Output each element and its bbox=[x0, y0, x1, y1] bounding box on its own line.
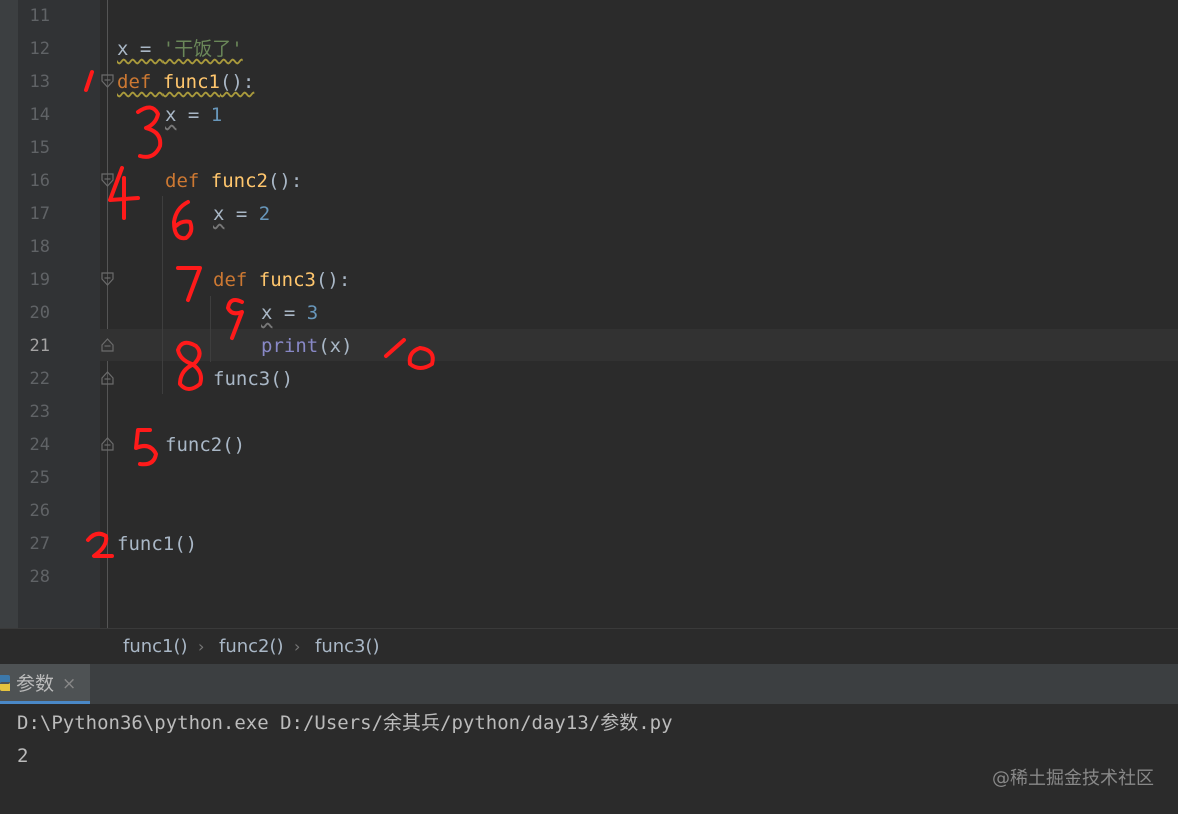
code-token-num: 1 bbox=[210, 104, 223, 126]
code-token-plain: (x) bbox=[318, 335, 353, 357]
code-token-num: 2 bbox=[258, 203, 271, 225]
code-token-str: '干饭了' bbox=[162, 38, 243, 60]
run-console[interactable]: D:\Python36\python.exe D:/Users/余其兵/pyth… bbox=[0, 704, 1178, 814]
code-line[interactable]: 21 print(x) bbox=[0, 330, 1178, 363]
code-text: func2() bbox=[165, 429, 245, 462]
code-line[interactable]: 18 bbox=[0, 231, 1178, 264]
code-token-kw: def bbox=[165, 170, 211, 192]
code-text: print(x) bbox=[261, 330, 353, 363]
chevron-right-icon: › bbox=[198, 637, 205, 656]
code-text: def func2(): bbox=[165, 165, 302, 198]
code-text: def func1(): bbox=[117, 66, 254, 99]
line-number: 15 bbox=[29, 138, 50, 158]
line-number: 24 bbox=[29, 435, 50, 455]
console-command-line: D:\Python36\python.exe D:/Users/余其兵/pyth… bbox=[17, 712, 673, 734]
code-text: func3() bbox=[213, 363, 293, 396]
fold-end-icon[interactable] bbox=[101, 338, 114, 352]
code-line[interactable]: 19 def func3(): bbox=[0, 264, 1178, 297]
code-token-plain: x bbox=[213, 203, 225, 225]
code-text: x = 3 bbox=[261, 297, 318, 330]
code-token-plain: (): bbox=[315, 269, 351, 291]
line-number: 19 bbox=[29, 270, 50, 290]
code-token-plain: = bbox=[272, 302, 307, 324]
console-output-line: 2 bbox=[17, 745, 29, 767]
watermark: @稀土掘金技术社区 bbox=[992, 768, 1154, 789]
python-icon bbox=[0, 675, 10, 691]
run-tool-window-header: 参数 × bbox=[0, 664, 1178, 704]
code-token-fn: func1 bbox=[162, 71, 220, 93]
breadcrumb: func1() › func2() › func3() bbox=[0, 628, 1178, 665]
code-line[interactable]: 23 bbox=[0, 396, 1178, 429]
code-text: x = 1 bbox=[165, 99, 222, 132]
code-token-kw: def bbox=[213, 269, 259, 291]
code-line[interactable]: 22 func3() bbox=[0, 363, 1178, 396]
line-number: 18 bbox=[29, 237, 50, 257]
line-number: 28 bbox=[29, 567, 50, 587]
code-token-plain: x bbox=[261, 302, 273, 324]
line-number: 12 bbox=[29, 39, 50, 59]
code-text: x = 2 bbox=[213, 198, 270, 231]
run-tab-label: 参数 bbox=[16, 673, 55, 695]
breadcrumb-item-func2[interactable]: func2() bbox=[219, 629, 284, 665]
code-line[interactable]: 20 x = 3 bbox=[0, 297, 1178, 330]
code-line[interactable]: 12 x = '干饭了' bbox=[0, 33, 1178, 66]
breadcrumb-item-func3[interactable]: func3() bbox=[315, 629, 380, 665]
code-token-fn: func2 bbox=[210, 170, 268, 192]
code-token-plain: x bbox=[165, 104, 177, 126]
line-number: 20 bbox=[29, 303, 50, 323]
code-line[interactable]: 14 x = 1 bbox=[0, 99, 1178, 132]
code-token-num: 3 bbox=[306, 302, 319, 324]
line-number: 26 bbox=[29, 501, 50, 521]
code-text: def func3(): bbox=[213, 264, 350, 297]
run-tab[interactable]: 参数 × bbox=[0, 664, 90, 704]
code-line[interactable]: 25 bbox=[0, 462, 1178, 495]
code-token-plain: = bbox=[224, 203, 259, 225]
line-number: 14 bbox=[29, 105, 50, 125]
code-token-bi: print bbox=[261, 335, 319, 357]
code-token-plain: func2() bbox=[165, 434, 246, 456]
tool-window-strip bbox=[0, 0, 18, 664]
code-line[interactable]: 27 func1() bbox=[0, 528, 1178, 561]
code-line[interactable]: 26 bbox=[0, 495, 1178, 528]
breadcrumb-item-func1[interactable]: func1() bbox=[123, 629, 188, 665]
fold-end-icon[interactable] bbox=[101, 437, 114, 451]
code-text: x = '干饭了' bbox=[117, 33, 243, 66]
code-token-plain: func1() bbox=[117, 533, 198, 555]
fold-open-icon[interactable] bbox=[101, 74, 114, 88]
fold-open-icon[interactable] bbox=[101, 272, 114, 286]
line-number: 25 bbox=[29, 468, 50, 488]
line-number: 23 bbox=[29, 402, 50, 422]
code-line[interactable]: 17 x = 2 bbox=[0, 198, 1178, 231]
code-token-plain: (): bbox=[219, 71, 255, 93]
line-number: 17 bbox=[29, 204, 50, 224]
fold-open-icon[interactable] bbox=[101, 173, 114, 187]
code-line[interactable]: 11 bbox=[0, 0, 1178, 33]
line-number: 16 bbox=[29, 171, 50, 191]
code-line[interactable]: 13 def func1(): bbox=[0, 66, 1178, 99]
code-token-kw: def bbox=[117, 71, 163, 93]
code-line[interactable]: 28 bbox=[0, 561, 1178, 594]
code-token-plain: x = bbox=[117, 38, 163, 60]
code-editor[interactable]: 11 12 x = '干饭了' 13 def func1(): 14 x = 1 15 16 de… bbox=[0, 0, 1178, 628]
code-line[interactable]: 16 def func2(): bbox=[0, 165, 1178, 198]
chevron-right-icon: › bbox=[294, 637, 301, 656]
line-number: 22 bbox=[29, 369, 50, 389]
line-number: 27 bbox=[29, 534, 50, 554]
fold-end-icon[interactable] bbox=[101, 371, 114, 385]
line-number: 21 bbox=[29, 336, 50, 356]
code-token-fn: func3 bbox=[258, 269, 316, 291]
line-number: 13 bbox=[29, 72, 50, 92]
code-line[interactable]: 15 bbox=[0, 132, 1178, 165]
code-token-plain: (): bbox=[267, 170, 303, 192]
line-number: 11 bbox=[29, 6, 50, 26]
code-token-plain: = bbox=[176, 104, 211, 126]
code-token-plain: func3() bbox=[213, 368, 294, 390]
code-line[interactable]: 24 func2() bbox=[0, 429, 1178, 462]
code-text: func1() bbox=[117, 528, 197, 561]
close-icon[interactable]: × bbox=[62, 664, 76, 704]
